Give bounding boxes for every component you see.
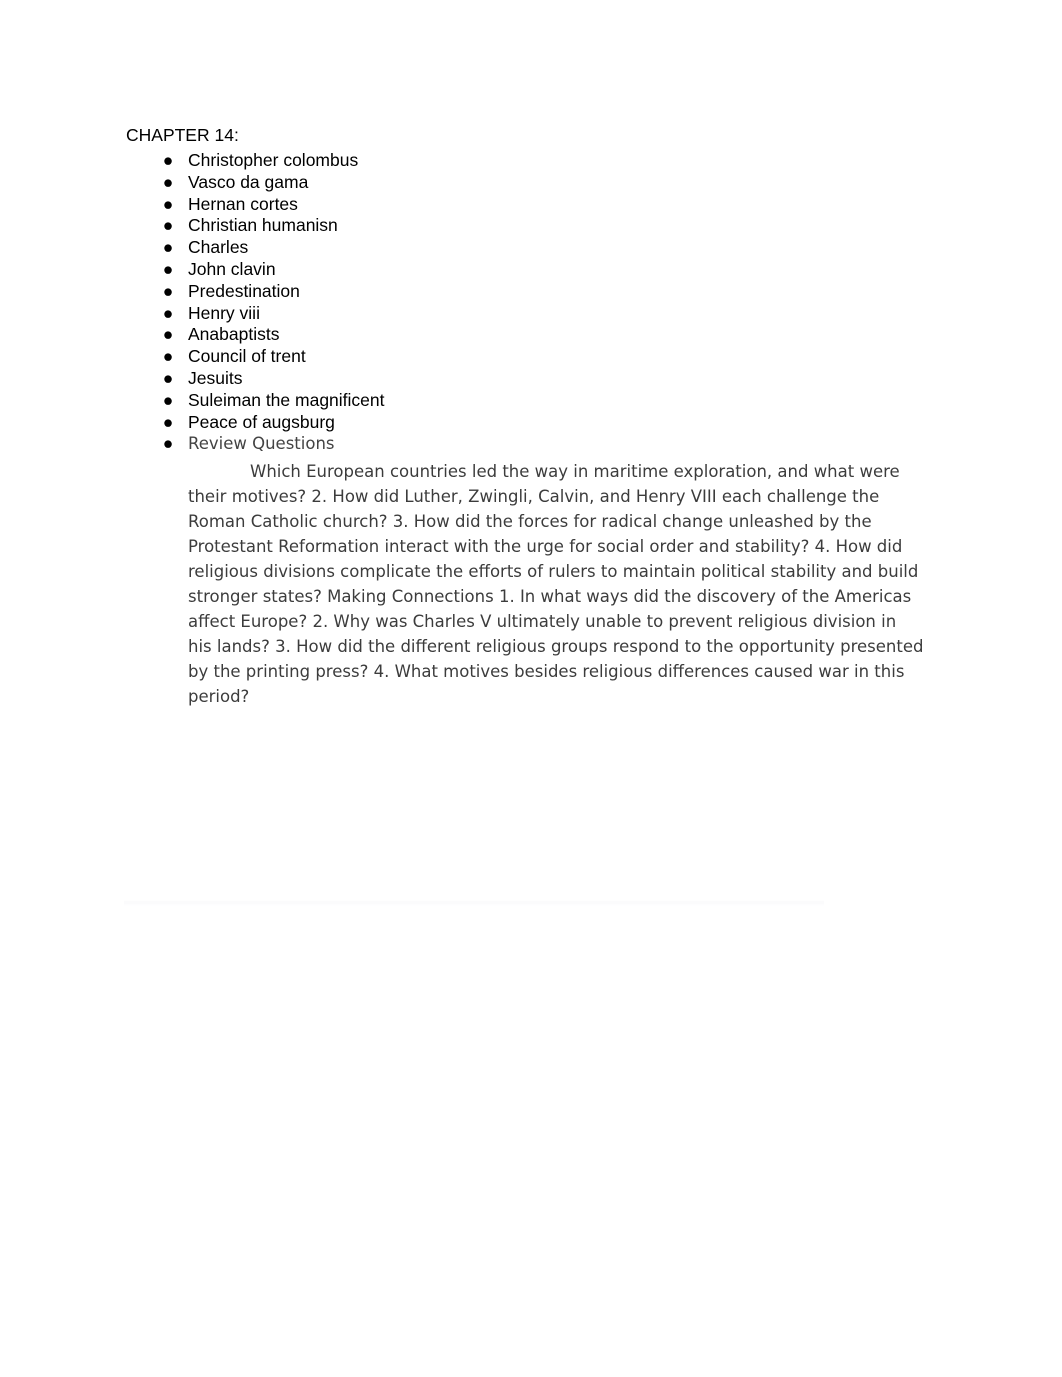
list-item-label: Suleiman the magnificent [188, 389, 385, 410]
list-item: ● Christopher colombus [126, 150, 946, 172]
list-item: ● Christian humanisn [126, 215, 946, 237]
key-terms-list: ● Christopher colombus ● Vasco da gama ●… [126, 150, 946, 455]
list-item-label: Henry viii [188, 302, 260, 323]
list-item: ● Anabaptists [126, 324, 946, 346]
list-item-label: Council of trent [188, 346, 306, 367]
list-item-label: Hernan cortes [188, 193, 298, 214]
bullet-icon: ● [162, 193, 174, 214]
bullet-icon: ● [162, 389, 174, 410]
list-item: ● Suleiman the magnificent [126, 390, 946, 412]
list-item: ● Charles [126, 237, 946, 259]
list-item-label: Christopher colombus [188, 150, 359, 170]
list-item: ● Vasco da gama [126, 172, 946, 194]
bullet-icon: ● [162, 324, 174, 345]
list-item-label: Charles [188, 237, 249, 258]
bullet-icon: ● [162, 367, 174, 388]
list-item: ● Jesuits [126, 368, 946, 390]
list-item: ● John clavin [126, 259, 946, 281]
bullet-icon: ● [162, 171, 174, 192]
list-item-label: Peace of augsburg [188, 411, 335, 432]
list-item-review-questions: ● Review Questions [126, 433, 946, 455]
list-item: ● Henry viii [126, 303, 946, 325]
list-item: ● Council of trent [126, 346, 946, 368]
list-item: ● Predestination [126, 281, 946, 303]
list-item: ● Peace of augsburg [126, 412, 946, 434]
list-item-label: Anabaptists [188, 324, 280, 345]
review-questions-paragraph: Which European countries led the way in … [188, 462, 924, 706]
bullet-icon: ● [162, 237, 174, 258]
bullet-icon: ● [162, 150, 174, 170]
list-item-label: Vasco da gama [188, 171, 309, 192]
page-title: CHAPTER 14: [126, 125, 239, 145]
bullet-icon: ● [162, 433, 174, 454]
page-divider [124, 902, 824, 904]
list-item-label: Review Questions [188, 434, 335, 454]
list-item-label: Jesuits [188, 367, 243, 388]
list-item: ● Hernan cortes [126, 194, 946, 216]
list-item-label: Christian humanisn [188, 215, 338, 236]
bullet-icon: ● [162, 411, 174, 432]
document-page: CHAPTER 14: ● Christopher colombus ● Vas… [0, 0, 1062, 1377]
bullet-icon: ● [162, 302, 174, 323]
list-item-label: John clavin [188, 258, 276, 279]
bullet-icon: ● [162, 258, 174, 279]
bullet-icon: ● [162, 280, 174, 301]
bullet-icon: ● [162, 215, 174, 236]
list-item-label: Predestination [188, 280, 300, 301]
bullet-icon: ● [162, 346, 174, 367]
